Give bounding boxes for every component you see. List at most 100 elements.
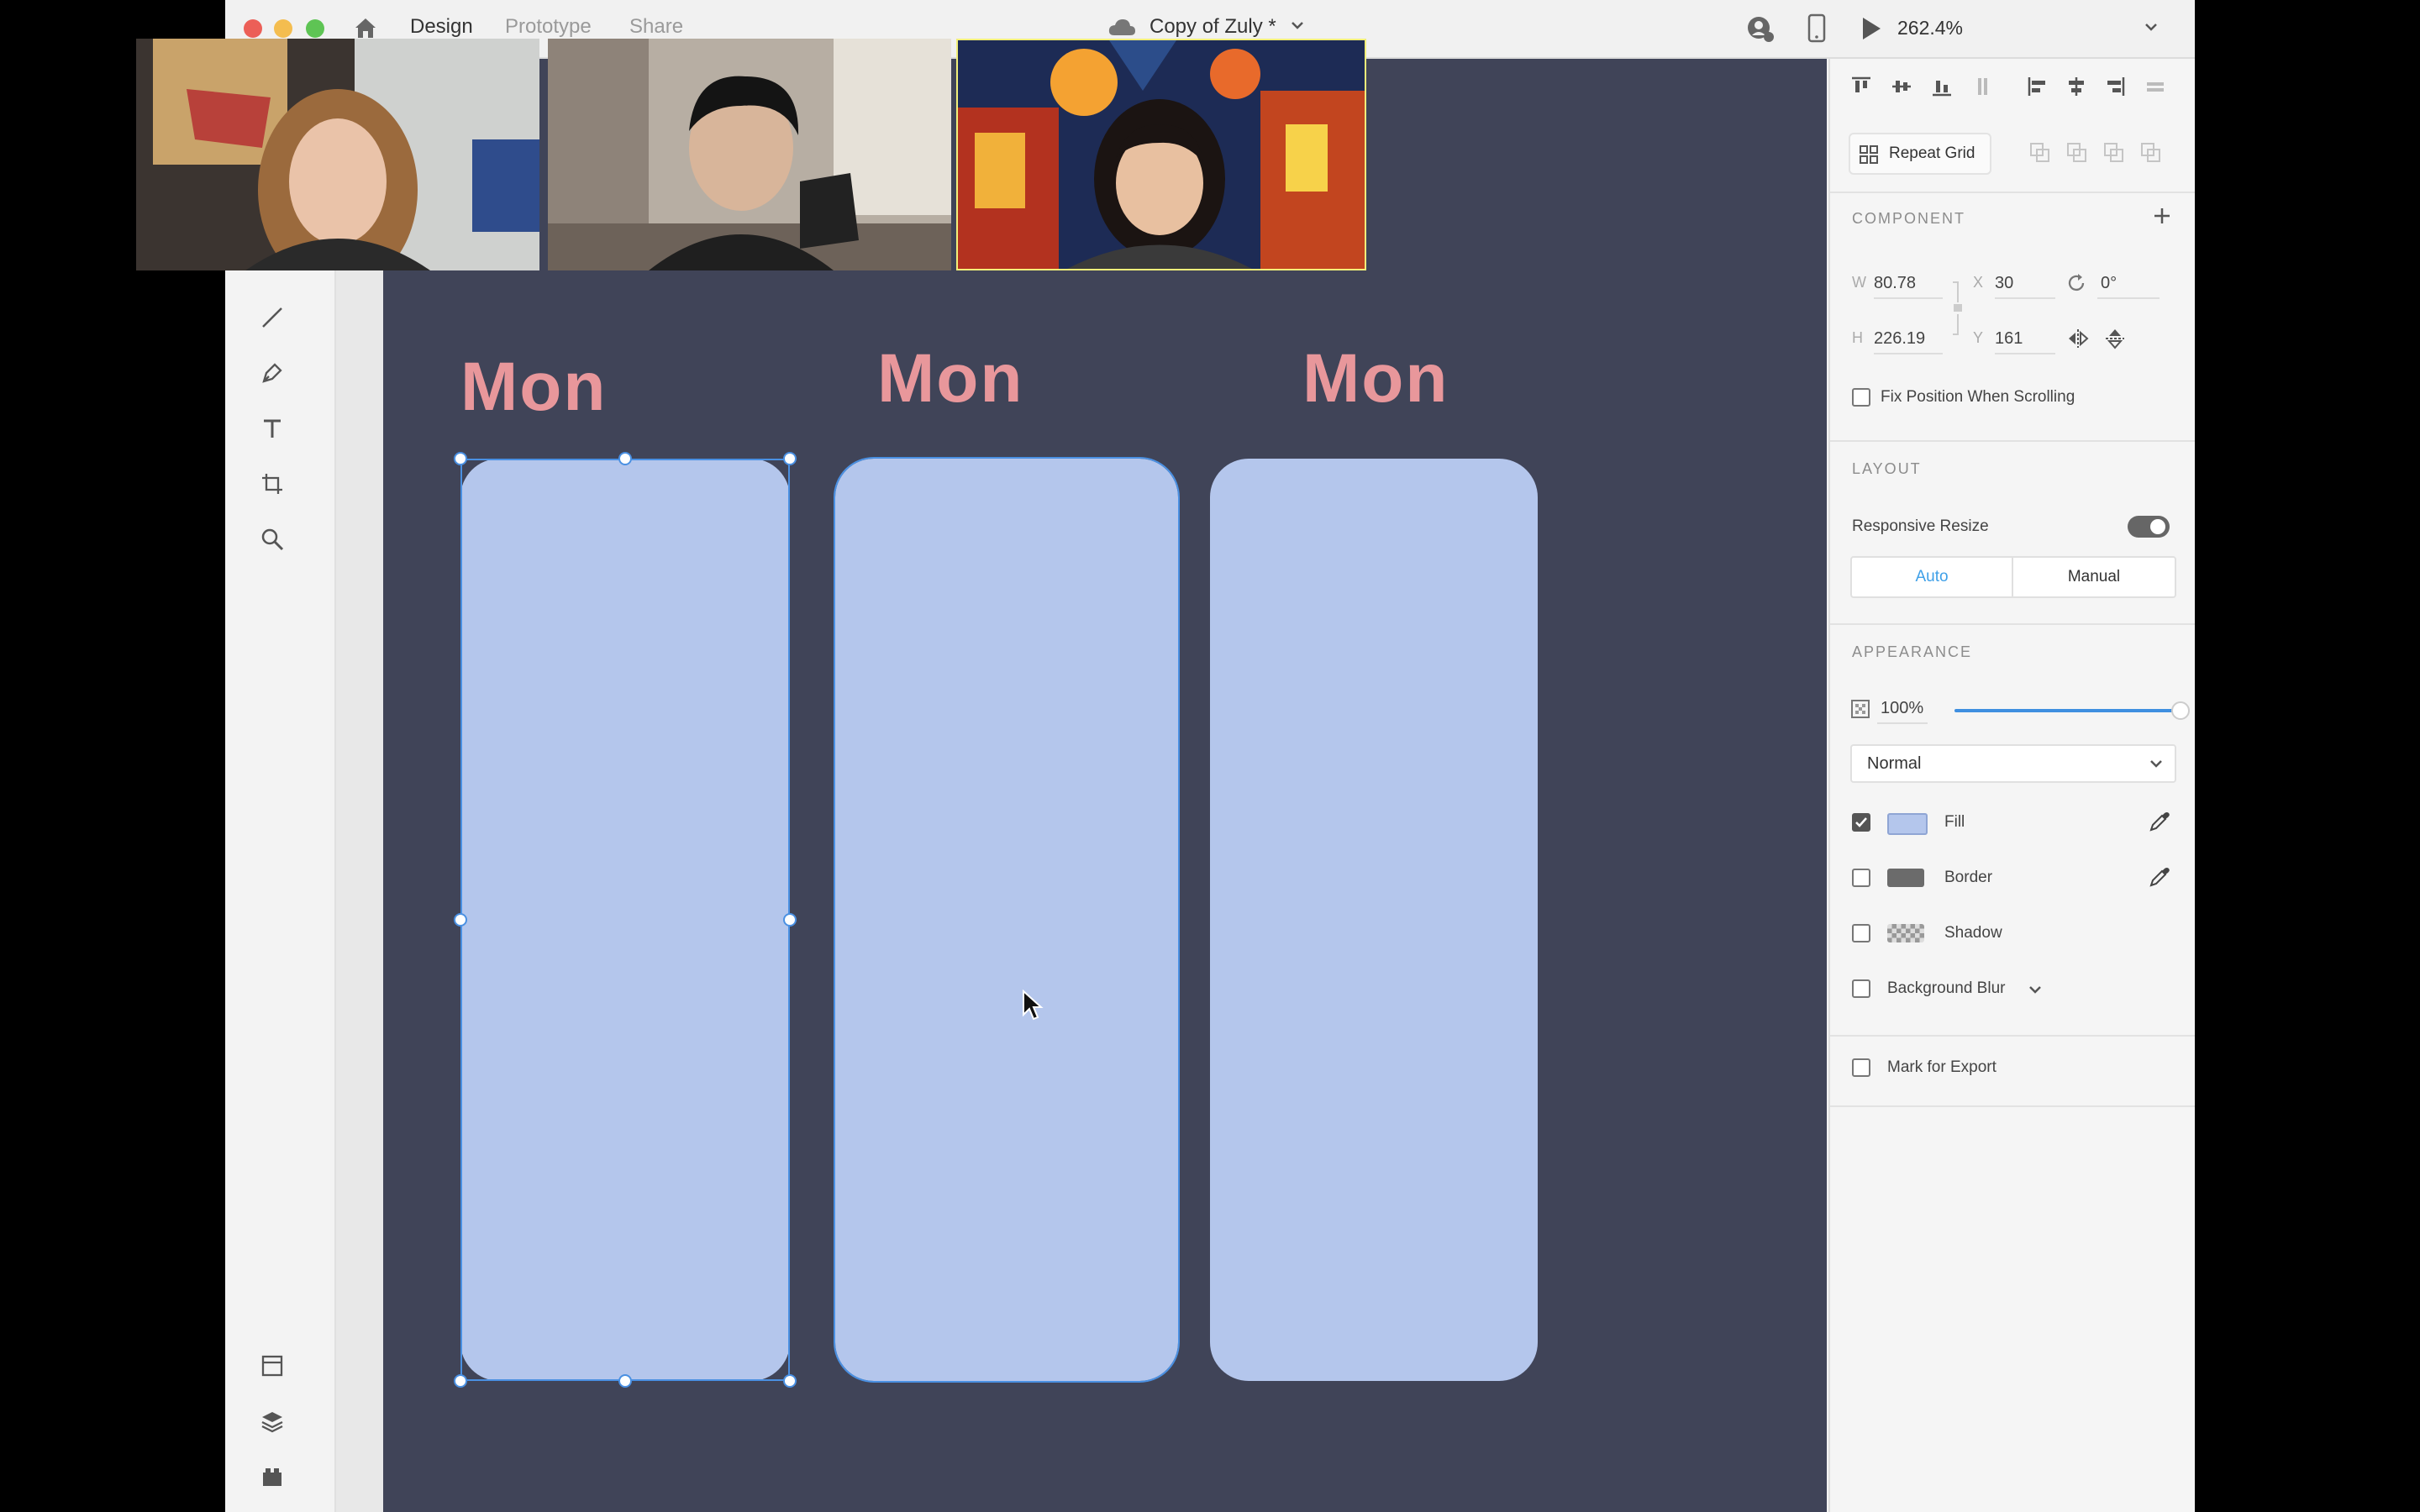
repeat-grid-label: Repeat Grid [1889, 144, 1975, 162]
resize-handle-top[interactable] [618, 452, 632, 465]
check-icon [1855, 817, 1867, 827]
add-component-icon[interactable] [2153, 207, 2171, 225]
height-underline [1874, 353, 1943, 354]
shadow-checkbox[interactable] [1852, 924, 1870, 942]
border-eyedropper-icon[interactable] [2148, 865, 2171, 889]
resize-handle-top-left[interactable] [454, 452, 467, 465]
component-heading: COMPONENT [1852, 210, 1965, 227]
close-window-button[interactable] [244, 19, 262, 38]
responsive-resize-toggle[interactable] [2128, 516, 2170, 538]
fill-eyedropper-icon[interactable] [2148, 810, 2171, 833]
share-user-icon[interactable] [1746, 15, 1775, 44]
y-field[interactable]: 161 [1995, 329, 2023, 349]
resize-handle-bottom[interactable] [618, 1374, 632, 1388]
blend-mode-chevron-icon [2149, 759, 2163, 769]
play-preview-icon[interactable] [1859, 15, 1884, 42]
border-checkbox[interactable] [1852, 869, 1870, 887]
opacity-slider-knob[interactable] [2171, 701, 2190, 720]
boolean-add-icon[interactable] [2028, 141, 2052, 165]
boolean-exclude-icon[interactable] [2139, 141, 2163, 165]
resize-handle-right[interactable] [783, 913, 797, 927]
shadow-swatch[interactable] [1887, 924, 1924, 942]
video-tile-participant-2 [548, 39, 951, 270]
height-field[interactable]: 226.19 [1874, 329, 1925, 349]
minimize-window-button[interactable] [274, 19, 292, 38]
zoom-level[interactable]: 262.4% [1897, 17, 1963, 39]
flip-horizontal-icon[interactable] [2067, 328, 2089, 349]
resize-handle-bottom-right[interactable] [783, 1374, 797, 1388]
tools-toolbar [225, 59, 336, 1512]
opacity-field[interactable]: 100% [1881, 699, 1923, 718]
day-card-2[interactable] [834, 457, 1180, 1383]
document-title[interactable]: Copy of Zuly * [1150, 15, 1276, 39]
day-label-2[interactable]: Mon [877, 339, 1023, 418]
divider [1830, 623, 2195, 625]
repeat-grid-icon [1859, 144, 1879, 165]
boolean-intersect-icon[interactable] [2102, 141, 2126, 165]
chevron-down-icon[interactable] [1291, 20, 1304, 30]
plugins-panel-icon[interactable] [252, 1457, 292, 1497]
mouse-cursor-icon [1022, 990, 1044, 1021]
background-blur-label[interactable]: Background Blur [1887, 979, 2005, 998]
artboard-tool-icon[interactable] [252, 464, 292, 504]
design-canvas[interactable]: Mon Mon Mon [336, 59, 1827, 1512]
align-bottom-icon[interactable] [1929, 74, 1954, 99]
manual-mode-button[interactable]: Manual [2013, 558, 2175, 596]
text-tool-icon[interactable] [252, 408, 292, 449]
layers-panel-icon[interactable] [252, 1401, 292, 1441]
tab-share[interactable]: Share [629, 15, 683, 39]
resize-handle-bottom-left[interactable] [454, 1374, 467, 1388]
repeat-grid-button[interactable]: Repeat Grid [1849, 133, 1991, 175]
resize-handle-left[interactable] [454, 913, 467, 927]
flip-vertical-icon[interactable] [2104, 328, 2126, 349]
video-tile-participant-1 [136, 39, 539, 270]
opacity-underline [1877, 722, 1928, 724]
border-color-swatch[interactable] [1887, 869, 1924, 887]
assets-panel-icon[interactable] [252, 1346, 292, 1386]
fill-checkbox[interactable] [1852, 813, 1870, 832]
device-preview-icon[interactable] [1807, 13, 1827, 44]
distribute-horizontal-icon[interactable] [2143, 74, 2168, 99]
distribute-vertical-icon[interactable] [1970, 74, 1995, 99]
boolean-subtract-icon[interactable] [2065, 141, 2089, 165]
shadow-label: Shadow [1944, 924, 2002, 942]
opacity-slider-fill [1954, 709, 2180, 712]
zoom-tool-icon[interactable] [252, 519, 292, 559]
tab-design[interactable]: Design [410, 15, 473, 39]
lock-aspect-icon[interactable] [1951, 279, 1963, 338]
selection-box [460, 459, 790, 1381]
align-center-icon[interactable] [2064, 74, 2089, 99]
auto-mode-button[interactable]: Auto [1852, 558, 2013, 596]
background-blur-checkbox[interactable] [1852, 979, 1870, 998]
align-left-icon[interactable] [2025, 74, 2050, 99]
zoom-chevron-icon[interactable] [2144, 22, 2158, 32]
fix-position-label: Fix Position When Scrolling [1881, 388, 2075, 406]
tab-prototype[interactable]: Prototype [505, 15, 592, 39]
line-tool-icon[interactable] [252, 297, 292, 338]
rotation-field[interactable]: 0° [2101, 274, 2117, 293]
fill-color-swatch[interactable] [1887, 813, 1928, 835]
day-card-3[interactable] [1210, 459, 1538, 1381]
opacity-slider[interactable] [1954, 701, 2190, 720]
divider [1830, 1105, 2195, 1107]
divider [1830, 440, 2195, 442]
resize-handle-top-right[interactable] [783, 452, 797, 465]
fix-position-checkbox[interactable] [1852, 388, 1870, 407]
divider [1830, 192, 2195, 193]
day-label-3[interactable]: Mon [1302, 339, 1449, 418]
property-inspector: Repeat Grid COMPONENT W 80.78 X 30 0° H … [1828, 59, 2195, 1512]
background-blur-chevron-icon[interactable] [2028, 984, 2042, 995]
rotation-underline [2097, 297, 2160, 299]
day-label-1[interactable]: Mon [460, 348, 607, 427]
x-field[interactable]: 30 [1995, 274, 2013, 293]
blend-mode-select[interactable]: Normal [1850, 744, 2176, 783]
width-field[interactable]: 80.78 [1874, 274, 1916, 293]
home-icon[interactable] [353, 15, 378, 40]
align-middle-icon[interactable] [1889, 74, 1914, 99]
maximize-window-button[interactable] [306, 19, 324, 38]
width-underline [1874, 297, 1943, 299]
pen-tool-icon[interactable] [252, 353, 292, 393]
align-right-icon[interactable] [2102, 74, 2128, 99]
align-top-icon[interactable] [1849, 74, 1874, 99]
mark-export-checkbox[interactable] [1852, 1058, 1870, 1077]
